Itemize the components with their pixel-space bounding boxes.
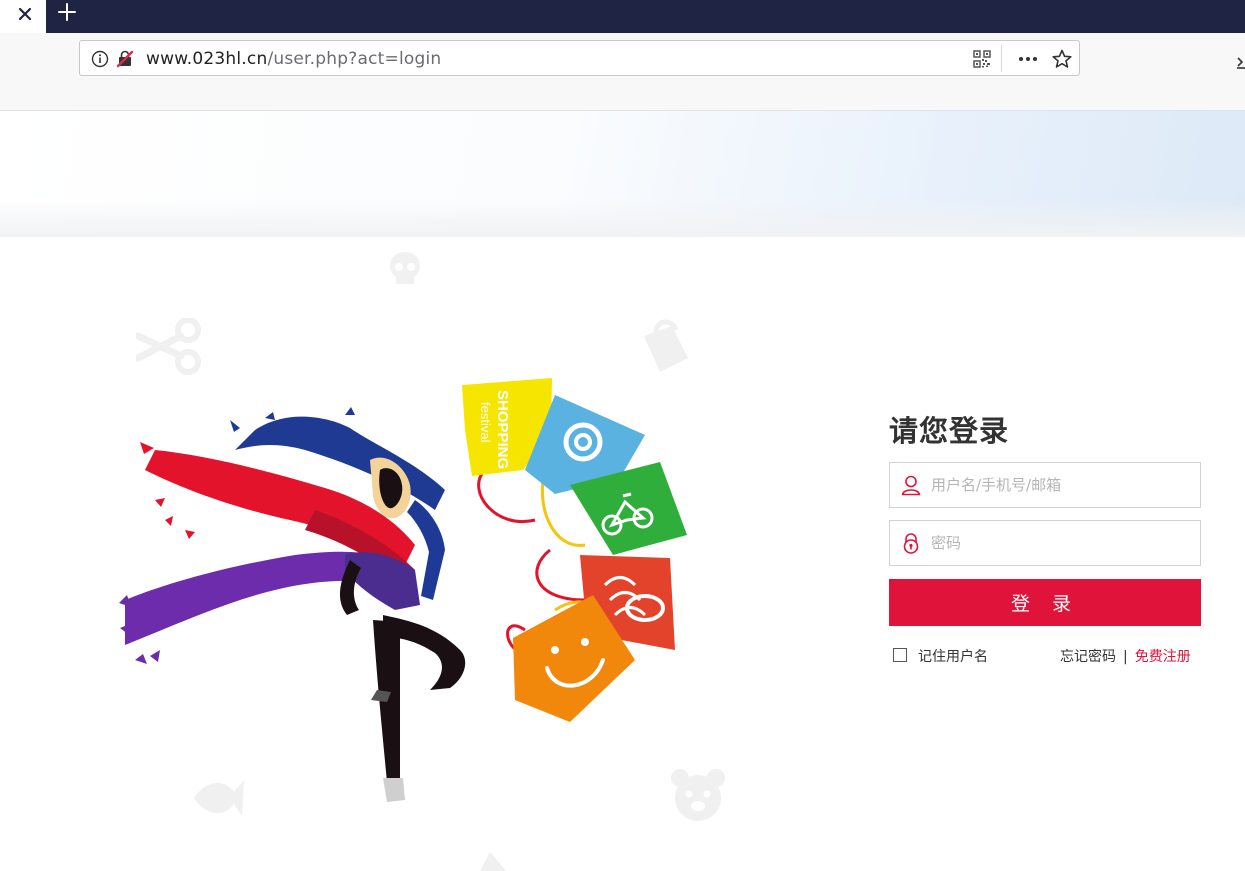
shopping-festival-illustration: SHOPPING festival [119,378,687,802]
qr-code-icon[interactable] [973,50,991,68]
password-input[interactable] [931,521,1191,565]
url-path: /user.php?act=login [267,49,442,69]
url-text[interactable]: www.023hl.cn/user.php?act=login [146,49,441,69]
bag-text-shopping: SHOPPING [494,390,511,469]
link-separator: | [1123,649,1128,665]
browser-tab[interactable] [0,0,46,33]
scissors-watermark-icon [136,318,201,375]
remember-checkbox[interactable] [893,648,907,662]
overflow-arrow-icon[interactable] [1236,54,1245,70]
address-bar-divider [1001,45,1002,72]
login-title: 请您登录 [889,414,1010,448]
close-tab-icon[interactable] [15,4,35,24]
url-domain: www.023hl.cn [146,49,268,69]
forgot-password-link[interactable]: 忘记密码 [1060,649,1116,665]
user-icon [901,475,921,496]
bookmark-star-icon[interactable] [1051,48,1073,70]
insecure-connection-icon[interactable] [116,50,134,68]
remember-label[interactable]: 记住用户名 [918,646,988,666]
more-actions-icon[interactable] [1016,49,1040,69]
account-links: 忘记密码 | 免费注册 [1060,646,1191,666]
address-bar[interactable]: www.023hl.cn/user.php?act=login [79,40,1080,76]
register-link[interactable]: 免费注册 [1135,649,1191,665]
site-header-banner [0,111,1245,237]
skull-watermark-icon [390,252,420,284]
login-button[interactable]: 登 录 [889,579,1201,626]
leaf-watermark-icon [480,852,506,871]
username-field[interactable] [889,462,1201,508]
bag-text-festival: festival [478,402,493,443]
new-tab-icon[interactable] [55,0,79,24]
info-icon[interactable] [91,50,109,68]
lock-icon [903,533,919,554]
username-input[interactable] [931,463,1191,507]
password-field[interactable] [889,520,1201,566]
shopping-bag-watermark-icon [644,319,688,372]
browser-tab-bar [0,0,1245,33]
